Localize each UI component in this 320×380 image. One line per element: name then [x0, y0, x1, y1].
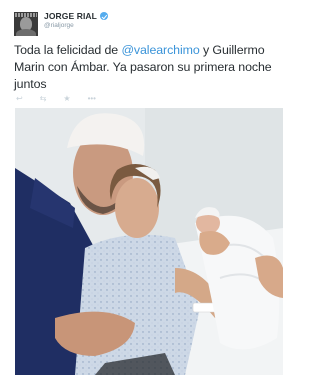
- mention-link[interactable]: @valearchimo: [121, 43, 199, 57]
- favorite-icon[interactable]: ★: [63, 95, 70, 103]
- author-info: JORGE RIAL @rialjorge: [44, 12, 108, 29]
- author-handle[interactable]: @rialjorge: [44, 22, 108, 30]
- tweet-actions: ↩ ⇆ ★ •••: [16, 95, 113, 103]
- tweet-photo[interactable]: [15, 108, 283, 375]
- more-icon[interactable]: •••: [88, 95, 96, 103]
- verified-badge-icon: [99, 12, 108, 21]
- tweet-card: JORGE RIAL @rialjorge Toda la felicidad …: [0, 0, 298, 380]
- avatar[interactable]: [14, 12, 38, 36]
- retweet-icon[interactable]: ⇆: [40, 95, 47, 103]
- hospital-photo: [15, 108, 283, 375]
- author-display-name[interactable]: JORGE RIAL: [44, 12, 97, 21]
- reply-icon[interactable]: ↩: [16, 95, 23, 103]
- tweet-text: Toda la felicidad de @valearchimo y Guil…: [14, 42, 289, 93]
- tweet-header: JORGE RIAL @rialjorge: [14, 12, 108, 38]
- mother-face: [115, 178, 159, 238]
- tweet-text-part1: Toda la felicidad de: [14, 43, 122, 57]
